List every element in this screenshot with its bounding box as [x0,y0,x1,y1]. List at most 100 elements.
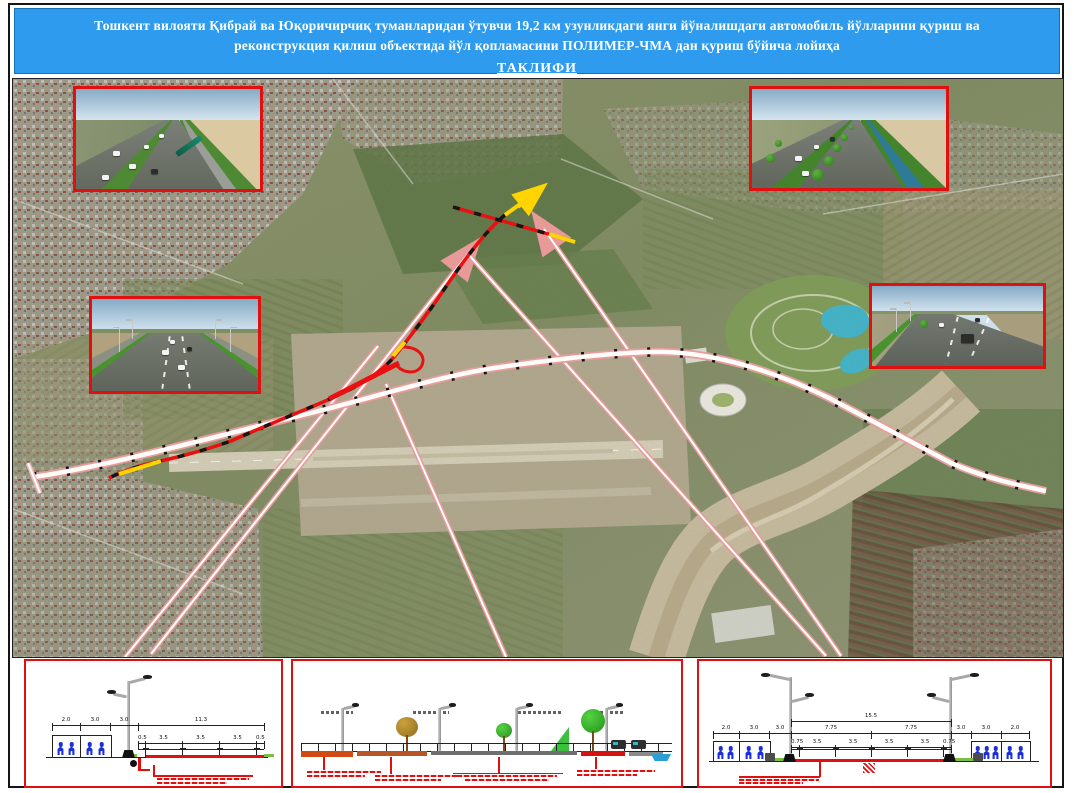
annotation-text-red [375,775,459,777]
guardrail-post [871,749,872,757]
annotation-leader [739,776,820,778]
pedestrian-figure [717,746,724,759]
dim-sub: 3.5 [907,747,943,748]
sky [752,89,946,121]
dim-carriageway: 11.3 [138,725,264,726]
truck [631,740,646,749]
dim-verge-right: 3.0 [951,733,971,734]
green-verge [264,754,274,757]
car [178,365,185,370]
drainage-pipe [130,760,137,767]
street-light [910,302,912,321]
pedestrian-figure [86,742,93,755]
annotation-text-red [375,779,441,781]
render-inset-mid-left [89,296,261,394]
lamp-arm-outward [769,674,791,681]
guardrail [138,749,264,750]
annotation-leader [323,757,325,770]
annotation-leader [390,757,392,774]
dim-sidewalk-left: 2.0 [713,733,739,734]
lamp-head [616,703,623,707]
render-inset-mid-right [869,283,1046,369]
lamp-arm-outward [950,674,972,681]
pedestrian-figure [983,746,990,759]
pedestrian-figure [57,742,64,755]
dim-sub: 3.5 [799,747,835,748]
annotation-text-red [739,779,819,781]
polymer-pavement-layer [791,759,951,762]
car [162,350,169,355]
cross-section-diagram-right: 15.5 2.0 3.0 3.0 7.75 7.75 3.0 3.0 2.0 0… [697,659,1052,788]
render-inset-top-right [749,86,949,191]
pavement-layer-orange [301,751,353,757]
dim-verge-left: 3.0 [769,733,791,734]
sky [872,286,1043,313]
car [102,175,109,180]
equipment-box [765,753,775,761]
car [975,318,980,322]
section-label [518,711,562,714]
car [187,347,192,351]
car [159,134,164,138]
title-banner: Тошкент вилояти Қибрай ва Юқоричирчиқ ту… [14,8,1060,74]
guardrail-post [835,749,836,757]
pedestrian-figure [757,746,764,759]
annotation-text-red [577,770,655,772]
annotation-text-red [157,778,249,780]
equipment-box [973,753,983,761]
sky [76,89,260,121]
pavement-layer-red [581,751,625,756]
roadside-tree [849,125,854,130]
dark-car [961,334,974,343]
roadside-tree [766,154,775,163]
lamp-head [805,693,814,697]
dim-sidewalk: 2.0 [52,725,80,726]
pedestrian-box [52,735,82,758]
section-label [413,711,449,714]
project-proposal-poster: Тошкент вилояти Қибрай ва Юқоричирчиқ ту… [0,0,1074,793]
satellite-map [12,78,1064,658]
lamp-head [449,703,456,707]
pedestrian-figure [68,742,75,755]
dim-sub: 0.5 [256,743,264,744]
roadside-tree [841,134,848,141]
car [144,145,149,149]
car [939,323,944,327]
lamp-head [970,673,979,677]
car [802,171,809,176]
dim-sub: 3.5 [182,743,219,744]
pedestrian-box [1001,741,1031,762]
lamp-head [927,693,936,697]
annotation-text-red [157,782,227,784]
annotation-leader [595,757,597,769]
pedestrian-figure [98,742,105,755]
annotation-underline [453,773,563,774]
pole-foundation [943,754,956,762]
dim-bikelane-right: 3.0 [971,733,1001,734]
pole-foundation [122,750,135,758]
pedestrian-figure [727,746,734,759]
guardrail-post [907,749,908,757]
pedestrian-box [713,741,741,762]
truck [611,740,626,749]
annotation-text-red [307,771,381,773]
dim-verge: 3.0 [110,725,138,726]
annotation-leader [819,762,821,777]
car [830,137,835,141]
pedestrian-figure [1006,746,1013,759]
annotation-text-red [577,774,637,776]
dim-bikelane: 3.0 [80,725,110,726]
street-light [119,327,121,353]
pedestrian-figure [1017,746,1024,759]
car [129,164,136,169]
car [151,169,158,174]
section-label [321,711,353,714]
annotation-leader [498,757,500,773]
annotation-text-red [465,779,549,781]
title-line-2: реконструкция қилиш объектида йўл қоплам… [15,36,1059,56]
lamp-head [352,703,359,707]
dim-total-carriageway: 15.5 [791,721,951,722]
guardrail-post [943,749,944,757]
lamp-head [143,675,152,679]
cross-section-diagram-left: 2.0 3.0 3.0 11.3 0.5 3.5 3.5 3.5 0.5 [24,659,283,788]
